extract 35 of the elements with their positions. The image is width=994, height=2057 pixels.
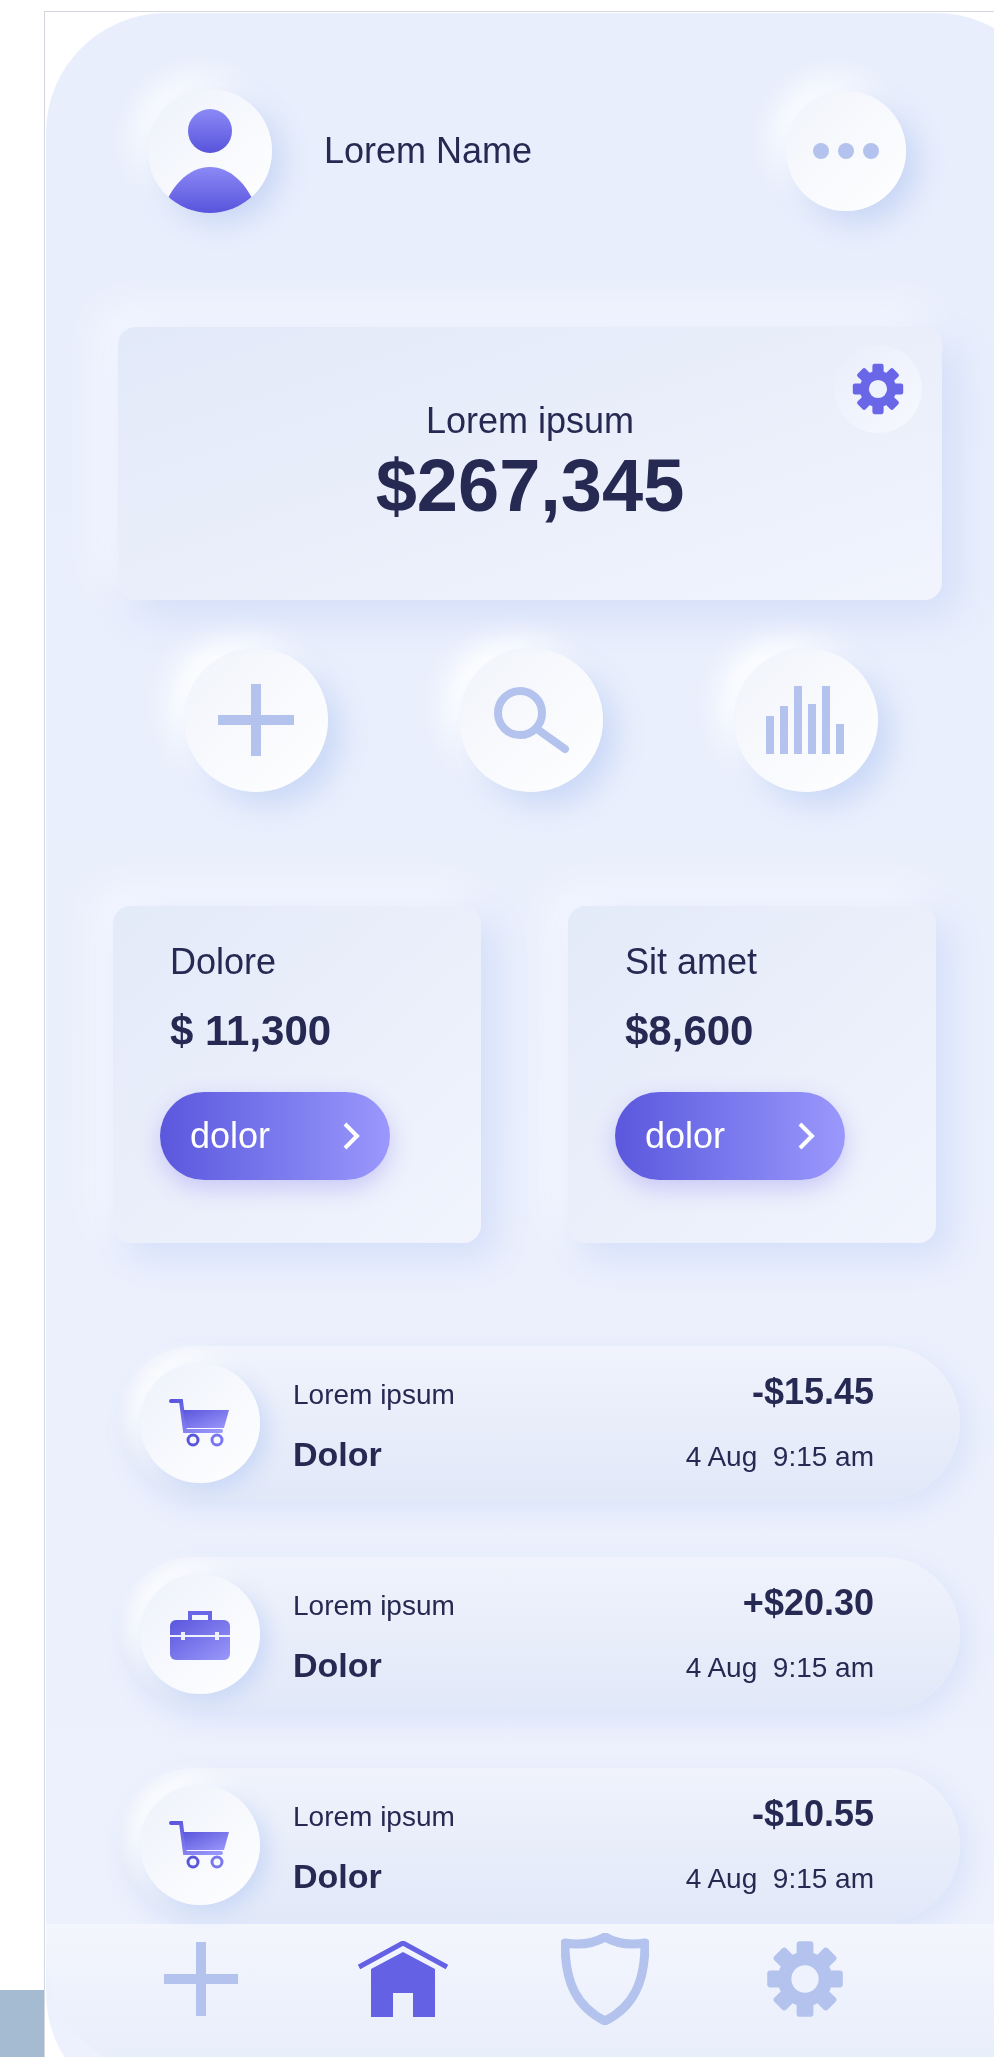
card-amount: $8,600 xyxy=(625,1006,755,1056)
transaction-category: Dolor xyxy=(293,1856,382,1896)
transaction-row[interactable]: Lorem ipsum -$10.55 Dolor 4 Aug 9:15 am xyxy=(118,1768,960,1922)
dolor-button[interactable]: dolor xyxy=(160,1092,390,1180)
transaction-time: 4 Aug 9:15 am xyxy=(685,1862,874,1896)
transaction-title: Lorem ipsum xyxy=(293,1589,455,1623)
transaction-amount: -$15.45 xyxy=(751,1372,874,1412)
card-label: Dolore xyxy=(170,940,278,984)
cart-icon xyxy=(169,1820,231,1870)
balance-label: Lorem ipsum xyxy=(425,399,635,443)
chevron-right-icon xyxy=(342,1121,360,1151)
shield-tab[interactable] xyxy=(560,1932,650,2026)
transaction-time: 4 Aug 9:15 am xyxy=(685,1440,874,1474)
plus-icon xyxy=(218,684,294,756)
background-panel xyxy=(0,1990,44,2057)
transaction-row[interactable]: Lorem ipsum +$20.30 Dolor 4 Aug 9:15 am xyxy=(118,1557,960,1711)
card-label: Sit amet xyxy=(625,940,759,984)
search-icon xyxy=(492,686,570,754)
user-name: Lorem Name xyxy=(324,128,533,173)
briefcase-icon xyxy=(169,1608,231,1660)
cart-icon xyxy=(169,1398,231,1448)
settings-icon xyxy=(850,361,906,417)
transaction-amount: -$10.55 xyxy=(751,1794,874,1834)
transaction-time: 4 Aug 9:15 am xyxy=(685,1651,874,1685)
transaction-amount: +$20.30 xyxy=(742,1583,874,1623)
transaction-title: Lorem ipsum xyxy=(293,1800,455,1834)
bar-chart-icon xyxy=(766,686,846,754)
transaction-row[interactable]: Lorem ipsum -$15.45 Dolor 4 Aug 9:15 am xyxy=(118,1346,960,1500)
transaction-title: Lorem ipsum xyxy=(293,1378,455,1412)
balance-amount: $267,345 xyxy=(375,443,685,529)
transaction-category: Dolor xyxy=(293,1645,382,1685)
transaction-category: Dolor xyxy=(293,1434,382,1474)
card-amount: $ 11,300 xyxy=(170,1006,333,1056)
dolor-button[interactable]: dolor xyxy=(615,1092,845,1180)
chevron-right-icon xyxy=(797,1121,815,1151)
